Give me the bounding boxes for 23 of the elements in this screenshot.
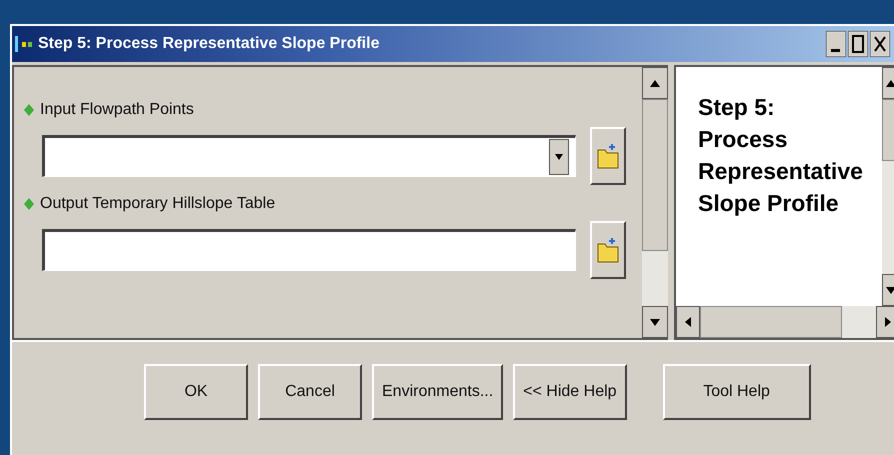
vertical-scrollbar[interactable] <box>642 67 668 338</box>
parameter-label: Input Flowpath Points <box>40 101 194 119</box>
help-text: Representative <box>698 157 864 186</box>
horizontal-scrollbar[interactable] <box>676 306 894 338</box>
dialog-button[interactable]: Tool Help <box>662 364 811 420</box>
minimize-icon[interactable] <box>826 31 846 57</box>
folder-icon <box>596 142 620 170</box>
help-text: Process <box>698 125 789 154</box>
help-text: Slope Profile <box>698 189 840 218</box>
input-field[interactable] <box>42 229 576 271</box>
close-icon[interactable] <box>870 31 890 57</box>
dialog-button[interactable]: Environments... <box>372 364 504 420</box>
browse-button[interactable] <box>590 221 626 279</box>
browse-button[interactable] <box>590 127 626 185</box>
help-text: Step 5: <box>698 93 776 122</box>
dialog-button[interactable]: << Hide Help <box>513 364 627 420</box>
folder-icon <box>596 236 620 264</box>
dropdown-field[interactable] <box>42 135 576 177</box>
dialog-button[interactable]: Cancel <box>258 364 362 420</box>
window-title: Step 5: Process Representative Slope Profile <box>38 35 380 53</box>
maximize-icon[interactable] <box>848 31 868 57</box>
parameter-label: Output Temporary Hillslope Table <box>40 195 276 213</box>
dialog-button[interactable]: OK <box>144 364 248 420</box>
